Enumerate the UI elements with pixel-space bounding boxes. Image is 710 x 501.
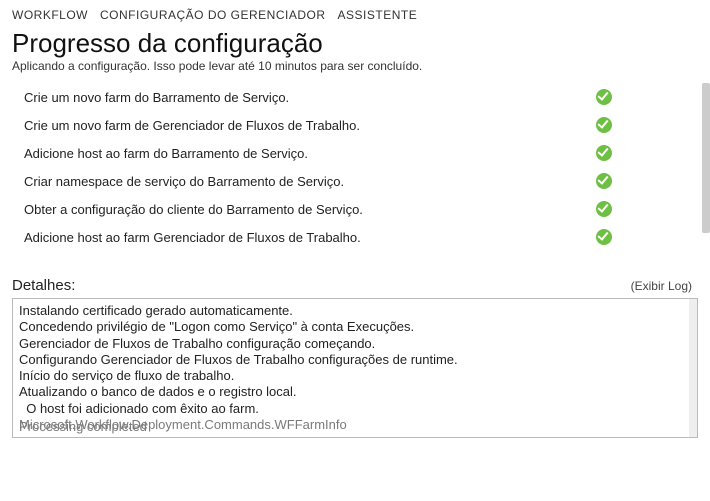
details-scrollbar[interactable] (689, 299, 697, 437)
step-label: Obter a configuração do cliente do Barra… (24, 202, 596, 217)
processing-status: Processing completed (19, 419, 147, 435)
nav-assistant[interactable]: ASSISTENTE (338, 8, 418, 22)
top-nav: WORKFLOW CONFIGURAÇÃO DO GERENCIADOR ASS… (0, 0, 710, 24)
log-line: Configurando Gerenciador de Fluxos de Tr… (19, 352, 691, 368)
check-icon (596, 145, 612, 161)
check-icon (596, 229, 612, 245)
show-log-link[interactable]: (Exibir Log) (631, 279, 692, 293)
progress-area: Crie um novo farm do Barramento de Servi… (0, 83, 710, 263)
check-icon (596, 201, 612, 217)
step-row: Criar namespace de serviço do Barramento… (24, 173, 652, 189)
step-row: Obter a configuração do cliente do Barra… (24, 201, 652, 217)
nav-workflow[interactable]: WORKFLOW (12, 8, 88, 22)
log-line: Atualizando o banco de dados e o registr… (19, 384, 691, 400)
check-icon (596, 117, 612, 133)
step-label: Criar namespace de serviço do Barramento… (24, 174, 596, 189)
step-row: Crie um novo farm de Gerenciador de Flux… (24, 117, 652, 133)
details-log: Instalando certificado gerado automatica… (12, 298, 698, 438)
details-title: Detalhes: (12, 277, 75, 294)
step-label: Crie um novo farm de Gerenciador de Flux… (24, 118, 596, 133)
page-title: Progresso da configuração (0, 24, 710, 59)
step-label: Adicione host ao farm Gerenciador de Flu… (24, 230, 596, 245)
log-line: Concedendo privilégio de "Logon como Ser… (19, 319, 691, 335)
log-line: Gerenciador de Fluxos de Trabalho config… (19, 336, 691, 352)
step-row: Adicione host ao farm Gerenciador de Flu… (24, 229, 652, 245)
step-list: Crie um novo farm do Barramento de Servi… (12, 83, 652, 263)
page-subtitle: Aplicando a configuração. Isso pode leva… (0, 59, 710, 83)
step-row: Adicione host ao farm do Barramento de S… (24, 145, 652, 161)
nav-config[interactable]: CONFIGURAÇÃO DO GERENCIADOR (100, 8, 326, 22)
log-line: Instalando certificado gerado automatica… (19, 303, 691, 319)
log-line: Início do serviço de fluxo de trabalho. (19, 368, 691, 384)
details-header: Detalhes: (Exibir Log) (0, 263, 710, 296)
check-icon (596, 173, 612, 189)
step-label: Adicione host ao farm do Barramento de S… (24, 146, 596, 161)
step-label: Crie um novo farm do Barramento de Servi… (24, 90, 596, 105)
step-row: Crie um novo farm do Barramento de Servi… (24, 89, 652, 105)
check-icon (596, 89, 612, 105)
log-line: O host foi adicionado com êxito ao farm. (19, 401, 691, 417)
scrollbar-thumb[interactable] (702, 83, 710, 233)
